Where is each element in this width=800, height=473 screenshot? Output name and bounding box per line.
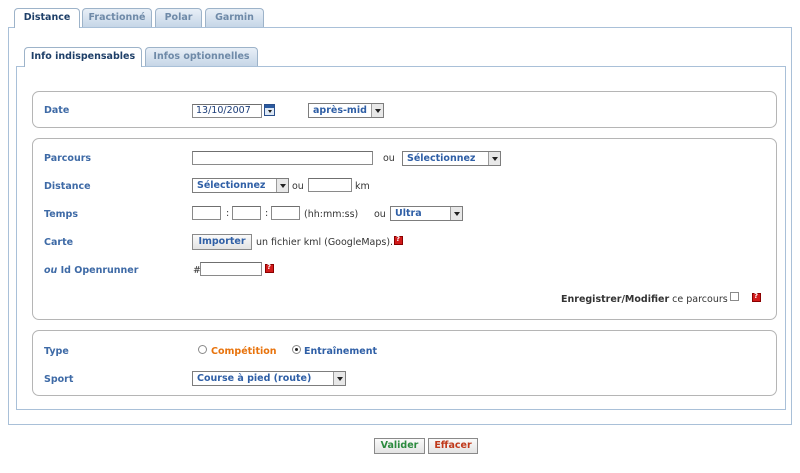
- openrunner-id-input[interactable]: [200, 262, 262, 276]
- calendar-icon[interactable]: [264, 104, 275, 116]
- parcours-or-text: ou: [383, 153, 395, 164]
- period-select-value: après-mid: [313, 105, 367, 116]
- help-icon[interactable]: [752, 292, 761, 302]
- time-format-hint: (hh:mm:ss): [304, 209, 359, 220]
- minutes-input[interactable]: [232, 206, 261, 220]
- chevron-down-icon: [450, 207, 462, 220]
- competition-label[interactable]: Compétition: [211, 346, 277, 357]
- temps-select[interactable]: Ultra: [390, 206, 463, 221]
- tab-info-indispensables[interactable]: Info indispensables: [24, 47, 142, 67]
- tab-garmin[interactable]: Garmin: [205, 8, 264, 27]
- temps-label: Temps: [44, 209, 79, 220]
- date-fieldset: [32, 91, 777, 128]
- entrainement-radio[interactable]: [292, 345, 301, 354]
- help-icon[interactable]: [265, 263, 274, 273]
- sport-select[interactable]: Course à pied (route): [192, 371, 346, 386]
- validate-button[interactable]: Valider: [374, 438, 425, 454]
- date-input[interactable]: 13/10/2007: [192, 104, 262, 118]
- save-parcours-text: Enregistrer/Modifier ce parcours: [561, 294, 728, 305]
- openrunner-label: ou Id Openrunner: [44, 265, 138, 276]
- time-separator: :: [265, 208, 269, 219]
- tab-infos-optionnelles[interactable]: Infos optionnelles: [145, 47, 258, 66]
- import-button[interactable]: Importer: [192, 234, 252, 250]
- date-label: Date: [44, 105, 70, 116]
- chevron-down-icon: [276, 179, 288, 192]
- tab-polar[interactable]: Polar: [155, 8, 202, 27]
- parcours-input[interactable]: [192, 151, 373, 165]
- carte-hint-text: un fichier kml (GoogleMaps).: [256, 237, 394, 248]
- hours-input[interactable]: [192, 206, 221, 220]
- save-parcours-label: ce parcours: [672, 294, 728, 305]
- period-select[interactable]: après-mid: [308, 103, 384, 118]
- chevron-down-icon: [371, 104, 383, 117]
- distance-input[interactable]: [308, 178, 352, 192]
- tab-distance[interactable]: Distance: [14, 8, 80, 28]
- parcours-select-value: Sélectionnez: [407, 153, 476, 164]
- distance-select-value: Sélectionnez: [197, 180, 266, 191]
- sport-select-value: Course à pied (route): [197, 373, 312, 384]
- openrunner-label-text: Id Openrunner: [60, 265, 139, 276]
- parcours-label: Parcours: [44, 153, 92, 164]
- distance-or-text: ou: [292, 181, 304, 192]
- save-parcours-checkbox[interactable]: [730, 292, 739, 301]
- temps-select-value: Ultra: [395, 208, 422, 219]
- help-icon[interactable]: [394, 235, 403, 245]
- tab-fractionne[interactable]: Fractionné: [82, 8, 152, 27]
- distance-select[interactable]: Sélectionnez: [192, 178, 289, 193]
- time-separator: :: [226, 208, 230, 219]
- competition-radio[interactable]: [198, 345, 207, 354]
- openrunner-label-prefix: ou: [44, 265, 58, 276]
- distance-label: Distance: [44, 181, 91, 192]
- sport-label: Sport: [44, 374, 74, 385]
- clear-button[interactable]: Effacer: [428, 438, 478, 454]
- chevron-down-icon: [333, 372, 345, 385]
- type-label: Type: [44, 346, 69, 357]
- type-fieldset: [32, 330, 777, 396]
- save-parcours-bold: Enregistrer/Modifier: [561, 294, 670, 305]
- distance-unit: km: [355, 181, 370, 192]
- entrainement-label[interactable]: Entraînement: [304, 346, 377, 357]
- temps-or-text: ou: [374, 209, 386, 220]
- seconds-input[interactable]: [271, 206, 300, 220]
- carte-label: Carte: [44, 237, 74, 248]
- parcours-select[interactable]: Sélectionnez: [402, 151, 501, 166]
- chevron-down-icon: [488, 152, 500, 165]
